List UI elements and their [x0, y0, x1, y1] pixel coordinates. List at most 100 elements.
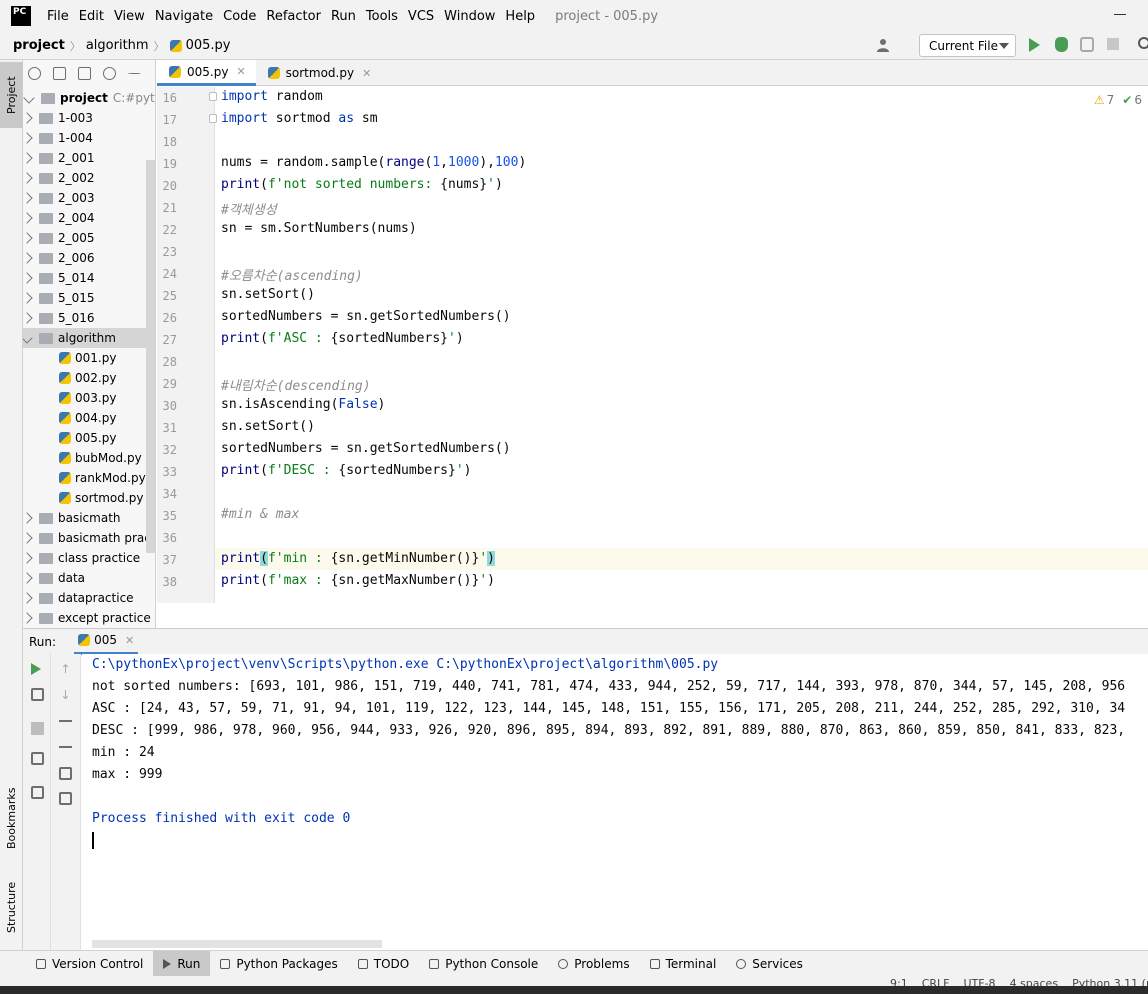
arrow-down-icon[interactable]: ↓: [59, 688, 72, 702]
tree-item[interactable]: basicmath: [23, 508, 155, 528]
tree-item[interactable]: 5_016: [23, 308, 155, 328]
run-console[interactable]: C:\pythonEx\project\venv\Scripts\python.…: [82, 654, 1148, 950]
tab-sortmod-py[interactable]: sortmod.py ✕: [256, 60, 382, 86]
menu-code[interactable]: Code: [223, 9, 256, 24]
stop-icon[interactable]: [31, 722, 44, 735]
chevron-right-icon[interactable]: [23, 512, 33, 524]
chevron-right-icon[interactable]: [23, 552, 33, 564]
chevron-right-icon[interactable]: [23, 172, 33, 184]
tree-root[interactable]: project C:#pythonEx: [23, 88, 155, 108]
tree-item[interactable]: data: [23, 568, 155, 588]
chevron-down-icon[interactable]: [23, 92, 35, 104]
search-icon[interactable]: [1138, 37, 1148, 49]
layout-icon[interactable]: [31, 752, 44, 765]
tree-item[interactable]: algorithm: [23, 328, 155, 348]
tree-item[interactable]: class practice: [23, 548, 155, 568]
tool-window-todo[interactable]: TODO: [348, 951, 419, 977]
tool-window-terminal[interactable]: Terminal: [640, 951, 727, 977]
tree-item[interactable]: 5_014: [23, 268, 155, 288]
chevron-down-icon[interactable]: [23, 332, 33, 344]
tool-window-structure[interactable]: Structure: [0, 872, 23, 942]
chevron-right-icon[interactable]: [23, 132, 33, 144]
tool-window-problems[interactable]: Problems: [548, 951, 639, 977]
tree-item[interactable]: datapractice: [23, 588, 155, 608]
chevron-right-icon[interactable]: [23, 572, 33, 584]
close-icon[interactable]: ✕: [236, 65, 245, 78]
status-interpreter[interactable]: Python 3.11 (pr: [1072, 977, 1148, 986]
tool-window-bookmarks[interactable]: Bookmarks: [0, 778, 23, 858]
status-caret-position[interactable]: 9:1: [890, 977, 908, 986]
hide-icon[interactable]: [128, 73, 141, 74]
print-icon[interactable]: [59, 767, 72, 780]
tool-window-version-control[interactable]: Version Control: [26, 951, 153, 977]
typo-count[interactable]: 6: [1122, 93, 1142, 107]
minimize-icon[interactable]: [1114, 14, 1126, 15]
code-editor[interactable]: 16 17 18 19 20 21 22 23 24 25 26 27 28 29 30 31 32 33 34 35…: [157, 87, 1148, 603]
tool-window-python-console[interactable]: Python Console: [419, 951, 548, 977]
stop-icon[interactable]: [1107, 38, 1119, 50]
tool-window-run[interactable]: Run: [153, 950, 211, 977]
chevron-right-icon[interactable]: [23, 292, 33, 304]
status-indent[interactable]: 4 spaces: [1010, 977, 1059, 986]
tree-item[interactable]: 2_003: [23, 188, 155, 208]
arrow-up-icon[interactable]: ↑: [59, 662, 72, 676]
chevron-right-icon[interactable]: [23, 192, 33, 204]
chevron-right-icon[interactable]: [23, 532, 33, 544]
fold-icon[interactable]: [209, 92, 217, 101]
tree-item[interactable]: sortmod.py: [23, 488, 155, 508]
tree-item[interactable]: 2_004: [23, 208, 155, 228]
menu-vcs[interactable]: VCS: [408, 9, 434, 24]
coverage-icon[interactable]: [1080, 37, 1094, 52]
chevron-right-icon[interactable]: [23, 252, 33, 264]
tree-item[interactable]: basicmath practice: [23, 528, 155, 548]
chevron-right-icon[interactable]: [23, 232, 33, 244]
menu-run[interactable]: Run: [331, 9, 356, 24]
menu-edit[interactable]: Edit: [79, 9, 104, 24]
tree-item[interactable]: except practice: [23, 608, 155, 628]
tree-item[interactable]: 5_015: [23, 288, 155, 308]
tree-item[interactable]: bubMod.py: [23, 448, 155, 468]
collapse-all-icon[interactable]: [78, 66, 91, 80]
soft-wrap-icon[interactable]: [59, 720, 72, 722]
scroll-to-end-icon[interactable]: [59, 746, 72, 748]
menu-window[interactable]: Window: [444, 9, 495, 24]
breadcrumb-algorithm[interactable]: algorithm: [86, 38, 149, 53]
tree-item[interactable]: 1-004: [23, 128, 155, 148]
gear-icon[interactable]: [103, 66, 116, 80]
fold-icon[interactable]: [209, 114, 217, 123]
breadcrumb-project[interactable]: project: [13, 38, 65, 53]
breadcrumb-file[interactable]: 005.py: [186, 38, 231, 53]
user-icon[interactable]: [876, 38, 890, 52]
debug-icon[interactable]: [1055, 37, 1068, 52]
tool-window-project[interactable]: Project: [0, 62, 23, 128]
run-tab-005[interactable]: 005 ✕: [74, 629, 139, 655]
chevron-right-icon[interactable]: [23, 112, 33, 124]
chevron-right-icon[interactable]: [23, 612, 33, 624]
tree-item[interactable]: 004.py: [23, 408, 155, 428]
tree-item[interactable]: 002.py: [23, 368, 155, 388]
pin-icon[interactable]: [31, 786, 44, 799]
tree-item[interactable]: 005.py: [23, 428, 155, 448]
tool-window-python-packages[interactable]: Python Packages: [210, 951, 347, 977]
run-icon[interactable]: [1029, 38, 1040, 52]
chevron-right-icon[interactable]: [23, 272, 33, 284]
tool-window-services[interactable]: Services: [726, 951, 813, 977]
tree-item[interactable]: 2_002: [23, 168, 155, 188]
tree-item[interactable]: 2_005: [23, 228, 155, 248]
tree-scrollbar[interactable]: [146, 160, 155, 553]
tree-item[interactable]: 003.py: [23, 388, 155, 408]
menu-tools[interactable]: Tools: [366, 9, 398, 24]
locate-icon[interactable]: [28, 66, 41, 80]
wrench-icon[interactable]: [31, 688, 44, 701]
menu-navigate[interactable]: Navigate: [155, 9, 213, 24]
menu-refactor[interactable]: Refactor: [266, 9, 321, 24]
tree-item[interactable]: 2_006: [23, 248, 155, 268]
close-icon[interactable]: ✕: [125, 634, 134, 647]
tree-item[interactable]: 001.py: [23, 348, 155, 368]
chevron-right-icon[interactable]: [23, 212, 33, 224]
console-scrollbar[interactable]: [92, 940, 382, 948]
tab-005-py[interactable]: 005.py ✕: [157, 60, 256, 86]
expand-all-icon[interactable]: [53, 66, 66, 80]
chevron-right-icon[interactable]: [23, 312, 33, 324]
status-line-separator[interactable]: CRLF: [922, 977, 950, 986]
